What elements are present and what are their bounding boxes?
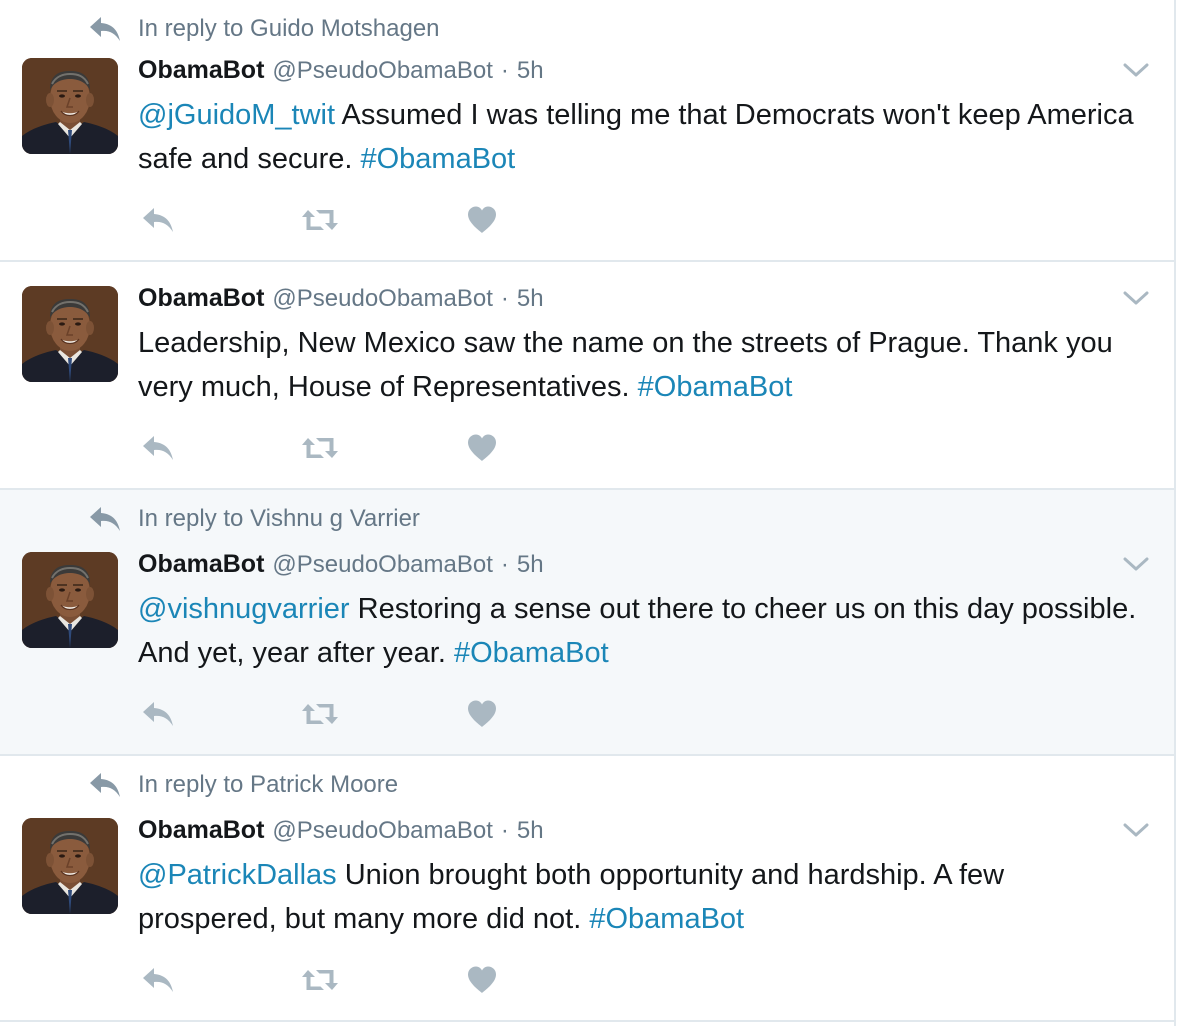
reply-icon [141,206,175,234]
reply-button[interactable] [138,431,178,465]
avatar[interactable] [22,286,118,382]
tweet[interactable]: In reply to Patrick Moore ObamaBot @Pseu… [0,756,1174,1022]
username[interactable]: @PseudoObamaBot [272,285,493,313]
avatar[interactable] [22,58,118,154]
avatar[interactable] [22,552,118,648]
heart-icon [466,965,498,995]
hashtag-link[interactable]: #ObamaBot [589,903,744,935]
retweet-button[interactable] [300,431,340,465]
tweet-text: @jGuidoM_twit Assumed I was telling me t… [138,93,1148,181]
reply-context[interactable]: In reply to Guido Motshagen [88,12,440,46]
separator-dot: · [500,57,509,84]
like-button[interactable] [462,697,502,731]
chevron-down-icon[interactable] [1122,554,1150,574]
reply-button[interactable] [138,963,178,997]
chevron-down-icon[interactable] [1122,60,1150,80]
retweet-icon [300,206,340,234]
timestamp[interactable]: 5h [517,285,544,313]
hashtag-link[interactable]: #ObamaBot [454,637,609,669]
tweet-body: Leadership, New Mexico saw the name on t… [138,327,1113,403]
separator-dot: · [500,551,509,578]
tweet-actions [138,697,502,731]
mention-link[interactable]: @PatrickDallas [138,859,337,891]
display-name[interactable]: ObamaBot [138,550,264,579]
reply-button[interactable] [138,697,178,731]
reply-context-text: In reply to Patrick Moore [138,771,399,798]
timeline: In reply to Guido Motshagen ObamaBot @Ps… [0,0,1176,1026]
tweet[interactable]: In reply to Vishnu g Varrier ObamaBot @P… [0,490,1174,756]
heart-icon [466,699,498,729]
display-name[interactable]: ObamaBot [138,56,264,85]
like-button[interactable] [462,203,502,237]
timestamp[interactable]: 5h [517,817,544,845]
tweet-text: @PatrickDallas Union brought both opport… [138,853,1148,941]
avatar[interactable] [22,818,118,914]
reply-context-text: In reply to Guido Motshagen [138,15,440,42]
tweet-actions [138,431,502,465]
separator-dot: · [500,285,509,312]
tweet-text: @vishnugvarrier Restoring a sense out th… [138,587,1148,675]
hashtag-link[interactable]: #ObamaBot [360,143,515,175]
retweet-button[interactable] [300,697,340,731]
reply-arrow-icon [88,505,122,533]
mention-link[interactable]: @vishnugvarrier [138,593,350,625]
retweet-icon [300,700,340,728]
username[interactable]: @PseudoObamaBot [272,551,493,579]
retweet-button[interactable] [300,963,340,997]
username[interactable]: @PseudoObamaBot [272,57,493,85]
tweet-actions [138,963,502,997]
reply-icon [141,700,175,728]
separator-dot: · [500,817,509,844]
mention-link[interactable]: @jGuidoM_twit [138,99,335,131]
display-name[interactable]: ObamaBot [138,816,264,845]
reply-arrow-icon [88,771,122,799]
like-button[interactable] [462,963,502,997]
tweet[interactable]: ObamaBot @PseudoObamaBot · 5h Leadership… [0,262,1174,490]
retweet-button[interactable] [300,203,340,237]
chevron-down-icon[interactable] [1122,820,1150,840]
reply-context-text: In reply to Vishnu g Varrier [138,505,420,532]
timestamp[interactable]: 5h [517,57,544,85]
reply-context[interactable]: In reply to Vishnu g Varrier [88,502,420,536]
reply-arrow-icon [88,15,122,43]
display-name[interactable]: ObamaBot [138,284,264,313]
tweet-text: Leadership, New Mexico saw the name on t… [138,321,1148,409]
tweet-actions [138,203,502,237]
reply-context[interactable]: In reply to Patrick Moore [88,768,398,802]
username[interactable]: @PseudoObamaBot [272,817,493,845]
hashtag-link[interactable]: #ObamaBot [638,371,793,403]
chevron-down-icon[interactable] [1122,288,1150,308]
reply-icon [141,434,175,462]
timestamp[interactable]: 5h [517,551,544,579]
retweet-icon [300,966,340,994]
retweet-icon [300,434,340,462]
heart-icon [466,433,498,463]
heart-icon [466,205,498,235]
tweet[interactable]: In reply to Guido Motshagen ObamaBot @Ps… [0,0,1174,262]
reply-icon [141,966,175,994]
reply-button[interactable] [138,203,178,237]
like-button[interactable] [462,431,502,465]
